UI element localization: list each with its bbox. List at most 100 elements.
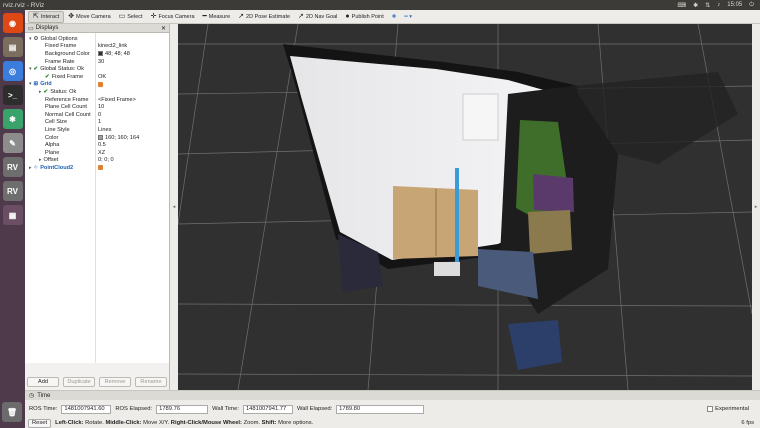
display-row-value[interactable]: 1 [98, 119, 101, 125]
reset-button[interactable]: Reset [28, 418, 52, 428]
launcher-ubuntu-dash-icon[interactable]: ◉ [2, 13, 23, 33]
ros-elapsed-field[interactable]: 1789.76 [156, 404, 209, 414]
tool-move-camera-button[interactable]: ✥ Move Camera [64, 11, 114, 23]
display-row-value[interactable]: 160; 160; 164 [98, 135, 139, 141]
tool-measure-button[interactable]: ━ Measure [199, 11, 235, 23]
expand-arrow-icon[interactable]: ▾ [29, 36, 32, 42]
keyboard-icon[interactable]: ⌨ [678, 2, 687, 9]
wall-elapsed-field[interactable]: 1789.80 [336, 404, 425, 414]
collapse-arrow-icon[interactable]: ▸ [39, 157, 42, 163]
remove-tool-icon[interactable]: ━ ▾ [400, 11, 416, 23]
display-row[interactable]: Fixed Frame kinect2_link [25, 43, 169, 51]
launcher-workspace-icon[interactable]: ▦ [2, 205, 23, 225]
rename-display-button[interactable]: Rename [135, 377, 167, 387]
display-row-name: ▸ ✔ Status: Ok [39, 89, 76, 95]
collapse-arrow-icon[interactable]: ▸ [29, 165, 32, 171]
tool-2d-nav-goal-button[interactable]: ↗ 2D Nav Goal [294, 11, 341, 23]
add-tool-icon[interactable]: ✚ [388, 11, 401, 23]
display-row[interactable]: ▸ Offset 0; 0; 0 [25, 157, 169, 165]
left-click-key: Left-Click: [55, 420, 84, 426]
volume-icon[interactable]: ♪ [717, 2, 720, 8]
experimental-checkbox[interactable] [707, 406, 714, 412]
launcher-rviz-2-icon[interactable]: RV [2, 181, 23, 201]
display-row-value[interactable] [98, 165, 105, 171]
bluetooth-icon[interactable]: ✱ [693, 2, 698, 9]
collapse-arrow-icon[interactable]: ▸ [39, 89, 42, 95]
column-divider[interactable] [95, 33, 96, 363]
display-row-value[interactable]: 10 [98, 104, 104, 110]
display-value-text: 160; 160; 164 [105, 134, 140, 141]
color-swatch[interactable] [98, 51, 103, 57]
tool-focus-camera-button[interactable]: ✛ Focus Camera [147, 11, 199, 23]
display-row-name: Cell Size [39, 119, 67, 125]
enable-checkbox[interactable] [98, 81, 103, 87]
display-row[interactable]: Cell Size 1 [25, 119, 169, 127]
display-row[interactable]: Color 160; 160; 164 [25, 134, 169, 142]
wall-time-field[interactable]: 1481007941.77 [242, 404, 293, 414]
launcher-text-editor-icon[interactable]: ✎ [2, 133, 23, 153]
display-row-value[interactable]: 0 [98, 112, 101, 118]
remove-display-button[interactable]: Remove [99, 377, 131, 387]
launcher-files-icon[interactable]: ▤ [2, 37, 23, 57]
tool-select-button[interactable]: ▭ Select [115, 11, 147, 23]
launcher-chrome-icon[interactable]: ◎ [2, 61, 23, 81]
enable-checkbox[interactable] [98, 165, 103, 171]
display-row-value[interactable]: 30 [98, 59, 104, 65]
display-row[interactable]: Reference Frame <Fixed Frame> [25, 96, 169, 104]
ros-time-label: ROS Time: [29, 406, 58, 412]
display-name-text: Background Color [45, 50, 90, 57]
clock[interactable]: 15:05 [727, 2, 742, 8]
launcher-trash-icon[interactable]: 🗑 [2, 402, 22, 422]
add-display-button[interactable]: Add [27, 377, 59, 387]
display-row[interactable]: Background Color 48; 48; 48 [25, 50, 169, 58]
expand-arrow-icon[interactable]: ▾ [29, 81, 32, 87]
fps-counter: 6 fps [741, 420, 754, 426]
display-row[interactable]: ▾ ⊞ Grid [25, 81, 169, 89]
display-row[interactable]: Plane XZ [25, 149, 169, 157]
display-row[interactable]: Line Style Lines [25, 126, 169, 134]
display-name-text: Line Style [45, 126, 70, 133]
display-row[interactable]: ✔ Fixed Frame OK [25, 73, 169, 81]
tool-interact-button[interactable]: ⇱ Interact [28, 10, 65, 23]
launcher-rviz-1-icon[interactable]: RV [2, 157, 23, 177]
3d-viewport[interactable] [178, 24, 752, 390]
display-row[interactable]: ▾ ✔ Global Status: Ok [25, 65, 169, 73]
cursor-icon: ⇱ [33, 13, 39, 20]
display-row-value[interactable]: <Fixed Frame> [98, 97, 136, 103]
check-icon: ✔ [45, 73, 50, 80]
display-row[interactable]: Normal Cell Count 0 [25, 111, 169, 119]
display-row-value[interactable]: kinect2_link [98, 43, 127, 49]
display-row-value[interactable]: 0; 0; 0 [98, 157, 114, 163]
experimental-label: Experimental [715, 406, 749, 412]
right-splitter-handle[interactable]: ▸ [752, 24, 760, 390]
panel-close-icon[interactable]: ✕ [161, 25, 166, 32]
display-row[interactable]: Alpha 0.5 [25, 141, 169, 149]
display-row-value[interactable]: OK [98, 74, 106, 80]
display-row-value[interactable]: XZ [98, 150, 105, 156]
ros-time-field[interactable]: 1481007941.60 [61, 404, 112, 414]
tool-publish-point-button[interactable]: ● Publish Point [341, 11, 387, 23]
display-row[interactable]: Frame Rate 30 [25, 58, 169, 66]
display-row[interactable]: ▾ ⚙ Global Options [25, 35, 169, 43]
power-icon[interactable]: ⏻ [749, 2, 754, 9]
launcher-robot-app-icon[interactable]: ✱ [2, 109, 23, 129]
display-row[interactable]: ▸ ⁘ PointCloud2 [25, 164, 169, 172]
displays-panel-icon: ▭ [28, 25, 34, 32]
launcher-terminal-icon[interactable]: >_ [2, 85, 23, 105]
left-splitter-handle[interactable]: ◂ [170, 24, 178, 390]
display-row-value[interactable]: 0.5 [98, 142, 106, 148]
display-row-value[interactable] [98, 81, 105, 87]
expand-arrow-icon[interactable]: ▾ [29, 66, 32, 72]
experimental-toggle[interactable]: Experimental [707, 406, 749, 412]
network-icon[interactable]: ⇅ [705, 2, 710, 9]
duplicate-display-button[interactable]: Duplicate [63, 377, 95, 387]
displays-buttons: Add Duplicate Remove Rename [25, 376, 169, 388]
point-cloud-render [178, 24, 752, 390]
display-row-value[interactable]: Lines [98, 127, 111, 133]
display-row[interactable]: Plane Cell Count 10 [25, 103, 169, 111]
display-row-value[interactable]: 48; 48; 48 [98, 51, 130, 57]
tool-2d-pose-estimate-button[interactable]: ↗ 2D Pose Estimate [234, 11, 294, 23]
color-swatch[interactable] [98, 135, 103, 141]
display-row[interactable]: ▸ ✔ Status: Ok [25, 88, 169, 96]
displays-panel-title: Displays [35, 25, 59, 31]
